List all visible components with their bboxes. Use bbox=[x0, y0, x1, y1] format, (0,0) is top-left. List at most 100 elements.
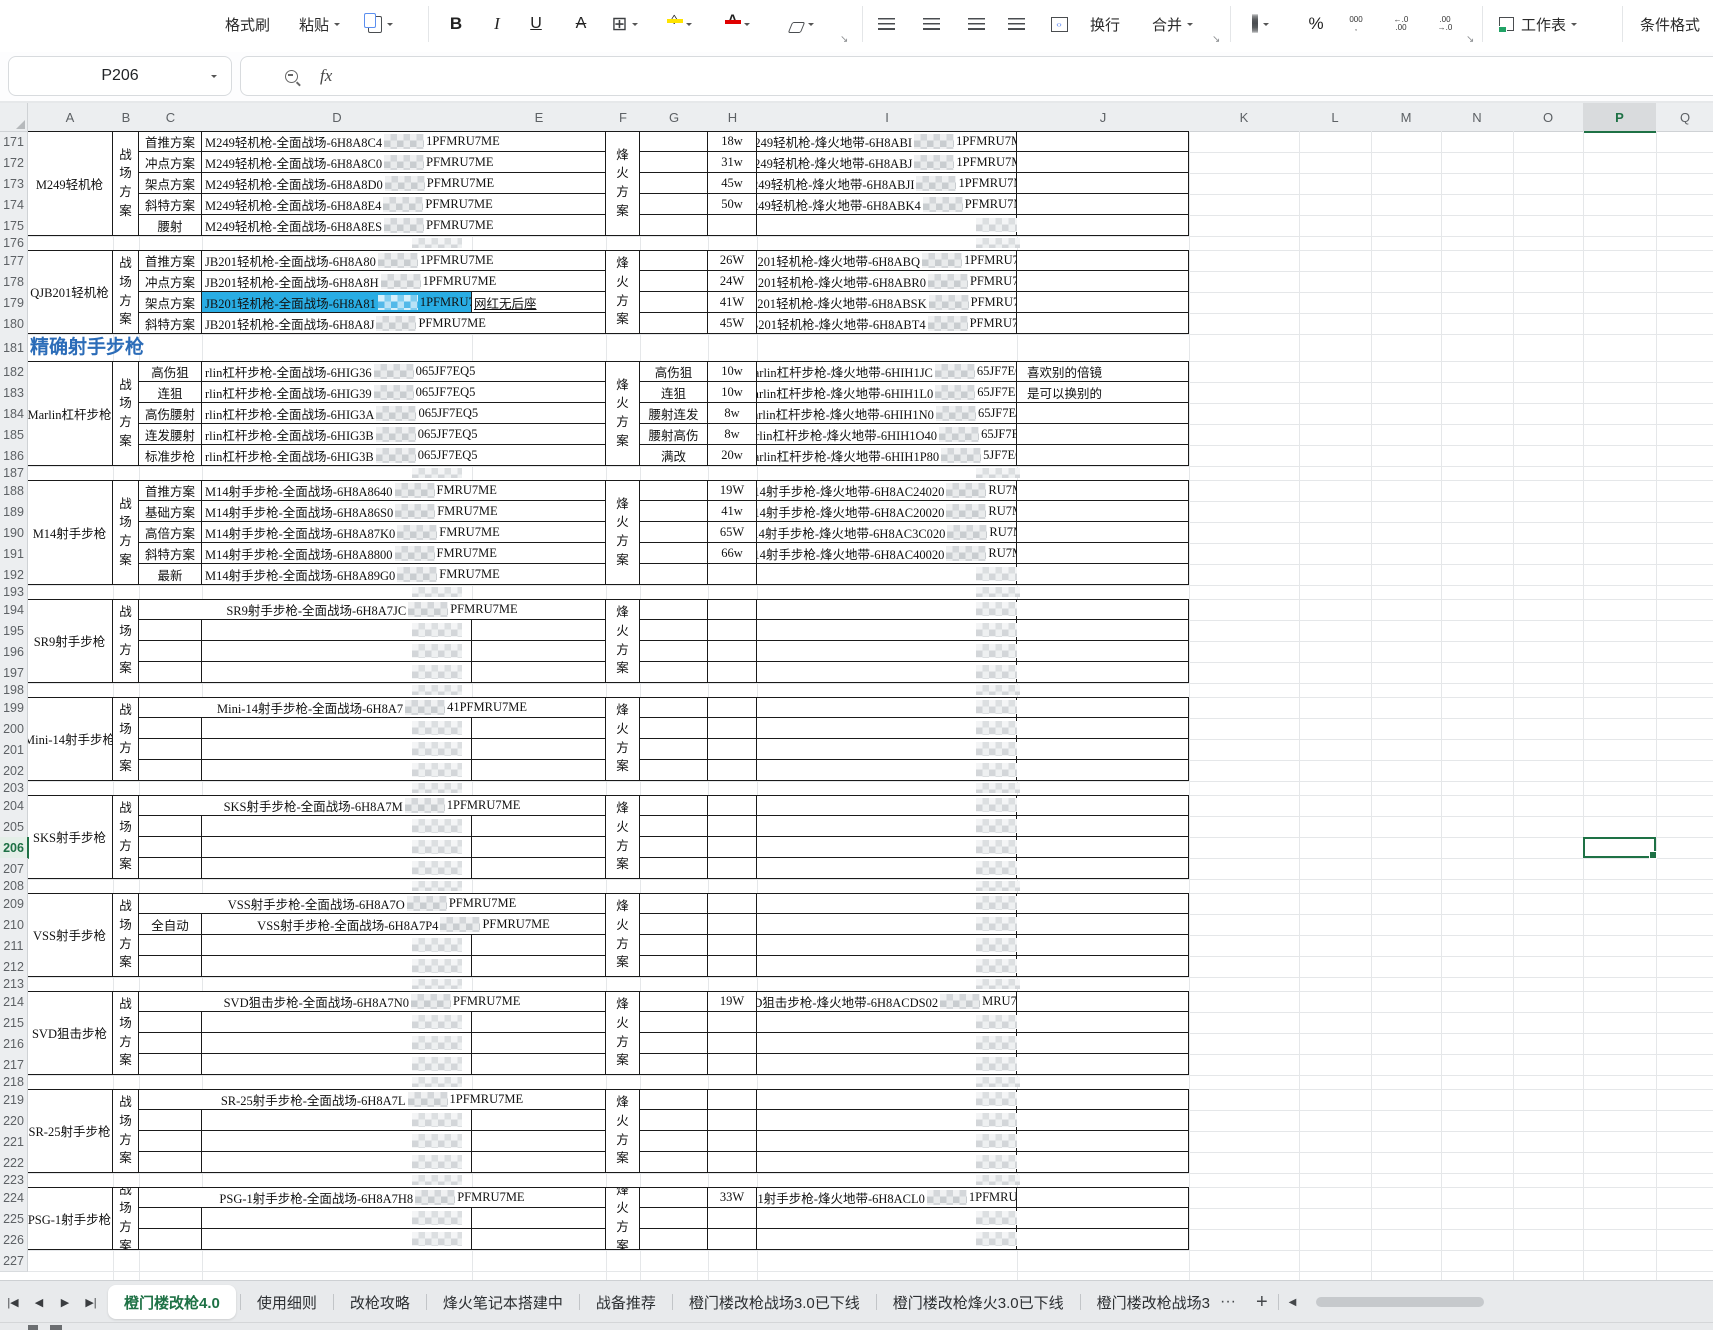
price-cell[interactable] bbox=[708, 1054, 757, 1075]
sheet-tab-2[interactable]: 使用细则 bbox=[241, 1281, 333, 1323]
name-box[interactable]: P206 bbox=[8, 56, 232, 96]
row-header-214[interactable]: 214 bbox=[0, 991, 28, 1013]
note-cell[interactable] bbox=[1017, 501, 1189, 522]
price-cell[interactable] bbox=[708, 1033, 757, 1054]
note-cell[interactable] bbox=[1017, 1208, 1189, 1229]
plan-type-cell[interactable]: 冲点方案 bbox=[139, 152, 202, 173]
fire-plan-type-cell[interactable] bbox=[640, 173, 708, 194]
column-header-A[interactable]: A bbox=[27, 103, 114, 132]
sheet-tab-3[interactable]: 改枪攻略 bbox=[334, 1281, 426, 1323]
row-header-191[interactable]: 191 bbox=[0, 543, 28, 565]
row-header-206[interactable]: 206 bbox=[0, 837, 29, 859]
note-cell[interactable] bbox=[1017, 403, 1189, 424]
note-cell[interactable] bbox=[1017, 480, 1189, 501]
empty-cell[interactable] bbox=[472, 858, 606, 879]
eraser-button[interactable] bbox=[787, 0, 814, 48]
plan-type-cell[interactable]: 高伤狙 bbox=[139, 361, 202, 382]
fire-code-cell[interactable]: M249轻机枪-烽火地带-6H8ABJ 1PFMRU7ME bbox=[757, 152, 1017, 173]
row-header-197[interactable]: 197 bbox=[0, 662, 28, 684]
note-cell[interactable] bbox=[1017, 599, 1189, 620]
fire-plan-type-cell[interactable] bbox=[640, 215, 708, 236]
note-cell[interactable] bbox=[1017, 1012, 1189, 1033]
empty-cell[interactable] bbox=[472, 718, 606, 739]
note-cell[interactable]: 是可以换别的 bbox=[1017, 382, 1189, 403]
fire-plan-type-cell[interactable] bbox=[640, 522, 708, 543]
empty-cell[interactable] bbox=[139, 1012, 202, 1033]
row-header-202[interactable]: 202 bbox=[0, 760, 28, 782]
note-cell[interactable] bbox=[1017, 837, 1189, 858]
empty-cell[interactable] bbox=[472, 1033, 606, 1054]
note-cell[interactable] bbox=[1017, 424, 1189, 445]
price-cell[interactable]: 24W bbox=[708, 271, 757, 292]
empty-cell[interactable] bbox=[139, 641, 202, 662]
fire-code-cell[interactable]: QJB201轻机枪-烽火地带-6H8ABSK PFMRU7ME bbox=[757, 292, 1017, 313]
weapon-code-cell[interactable]: rlin杠杆步枪-全面战场-6HIG3B 065JF7EQ5 bbox=[202, 424, 606, 445]
empty-cell[interactable] bbox=[139, 935, 202, 956]
note-cell[interactable] bbox=[1017, 1152, 1189, 1173]
row-header-180[interactable]: 180 bbox=[0, 313, 28, 335]
plan-type-cell[interactable]: 基础方案 bbox=[139, 501, 202, 522]
row-header-207[interactable]: 207 bbox=[0, 858, 28, 880]
fire-plan-type-cell[interactable] bbox=[640, 313, 708, 334]
add-sheet-button[interactable]: + bbox=[1246, 1291, 1278, 1314]
row-header-219[interactable]: 219 bbox=[0, 1089, 28, 1111]
price-cell[interactable] bbox=[708, 739, 757, 760]
fire-plan-type-cell[interactable] bbox=[640, 292, 708, 313]
fire-plan-type-cell[interactable] bbox=[640, 914, 708, 935]
strikethrough-button[interactable]: A bbox=[570, 0, 592, 48]
note-cell[interactable] bbox=[1017, 1110, 1189, 1131]
align-right-button[interactable] bbox=[968, 0, 985, 48]
row-header-175[interactable]: 175 bbox=[0, 215, 28, 237]
row-header-211[interactable]: 211 bbox=[0, 935, 28, 957]
fire-plan-type-cell[interactable] bbox=[640, 858, 708, 879]
fire-plan-type-cell[interactable]: 连狙 bbox=[640, 382, 708, 403]
price-cell[interactable]: 8w bbox=[708, 424, 757, 445]
fire-plan-type-cell[interactable] bbox=[640, 893, 708, 914]
row-header-174[interactable]: 174 bbox=[0, 194, 28, 216]
weapon-code-cell[interactable]: JB201轻机枪-全面战场-6H8A80 1PFMRU7ME bbox=[202, 250, 606, 271]
empty-cell[interactable] bbox=[139, 739, 202, 760]
note-cell[interactable]: 网红无后座 bbox=[472, 292, 606, 313]
empty-cell[interactable] bbox=[139, 1208, 202, 1229]
price-cell[interactable]: 45W bbox=[708, 313, 757, 334]
font-color-button[interactable]: A bbox=[724, 0, 750, 48]
plan-type-cell[interactable]: 斜特方案 bbox=[139, 543, 202, 564]
nav-next-button[interactable]: ▶ bbox=[52, 1296, 78, 1309]
row-header-181[interactable]: 181 bbox=[0, 334, 28, 362]
row-header-187[interactable]: 187 bbox=[0, 466, 28, 481]
plan-type-cell[interactable]: 连发腰射 bbox=[139, 424, 202, 445]
sheet-tab-7[interactable]: 橙门楼改枪烽火3.0已下线 bbox=[877, 1281, 1080, 1323]
row-header-184[interactable]: 184 bbox=[0, 403, 28, 425]
weapon-code-cell[interactable]: M14射手步枪-全面战场-6H8A87K0 FMRU7ME bbox=[202, 522, 606, 543]
weapon-code-cell[interactable]: JB201轻机枪-全面战场-6H8A8J PFMRU7ME bbox=[202, 313, 606, 334]
weapon-code-cell[interactable]: rlin杠杆步枪-全面战场-6HIG3B 065JF7EQ5 bbox=[202, 445, 606, 466]
fire-plan-type-cell[interactable] bbox=[640, 837, 708, 858]
weapon-code-cell[interactable]: VSS射手步枪-全面战场-6H8A7P4 PFMRU7ME bbox=[202, 914, 606, 935]
note-cell[interactable] bbox=[1017, 935, 1189, 956]
price-cell[interactable] bbox=[708, 662, 757, 683]
empty-cell[interactable] bbox=[472, 1229, 606, 1250]
note-cell[interactable] bbox=[1017, 1033, 1189, 1054]
row-header-199[interactable]: 199 bbox=[0, 697, 28, 719]
row-header-203[interactable]: 203 bbox=[0, 781, 28, 796]
column-header-K[interactable]: K bbox=[1189, 103, 1300, 132]
note-cell[interactable] bbox=[1017, 914, 1189, 935]
battle-plan-label-cell[interactable]: 战场方案 bbox=[113, 893, 139, 977]
empty-cell[interactable] bbox=[139, 760, 202, 781]
fire-code-cell[interactable]: QJB201轻机枪-烽火地带-6H8ABQ 1PFMRU7ME bbox=[757, 250, 1017, 271]
sheet-tab-4[interactable]: 烽火笔记本搭建中 bbox=[427, 1281, 579, 1323]
fire-plan-type-cell[interactable] bbox=[640, 599, 708, 620]
row-header-188[interactable]: 188 bbox=[0, 480, 28, 502]
note-cell[interactable] bbox=[1017, 313, 1189, 334]
price-cell[interactable] bbox=[708, 1089, 757, 1110]
zoom-search-icon[interactable] bbox=[285, 69, 298, 83]
fire-code-cell[interactable]: Marlin杠杆步枪-烽火地带-6HIH1L0 65JF7EQ5 bbox=[757, 382, 1017, 403]
row-header-217[interactable]: 217 bbox=[0, 1054, 28, 1076]
fire-plan-label-cell[interactable]: 烽火方案 bbox=[606, 361, 640, 466]
select-all-corner[interactable] bbox=[0, 103, 28, 132]
weapon-code-cell[interactable]: rlin杠杆步枪-全面战场-6HIG39 065JF7EQ5 bbox=[202, 382, 606, 403]
fire-plan-label-cell[interactable]: 烽火方案 bbox=[606, 697, 640, 781]
weapon-code-cell[interactable]: SVD狙击步枪-全面战场-6H8A7N0 PFMRU7ME bbox=[139, 991, 606, 1012]
price-cell[interactable] bbox=[708, 1110, 757, 1131]
fire-plan-type-cell[interactable] bbox=[640, 760, 708, 781]
